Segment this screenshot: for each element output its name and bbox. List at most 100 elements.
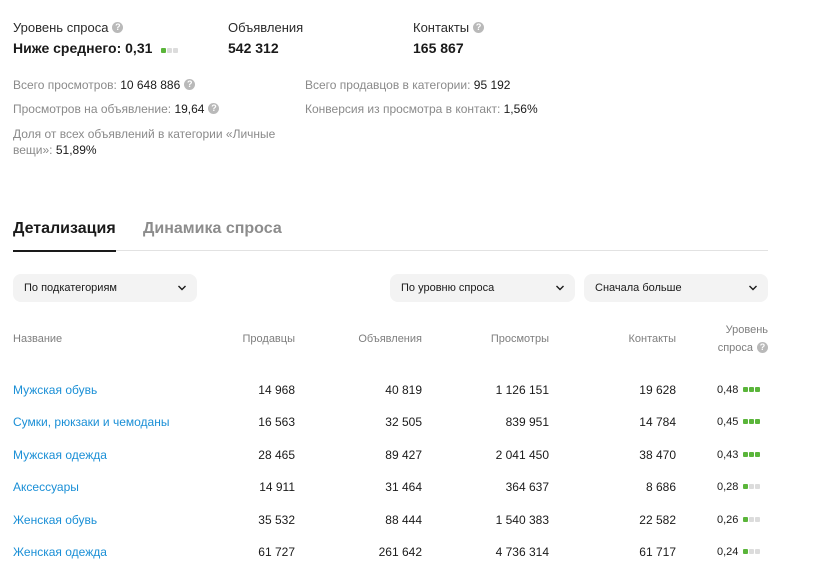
table-row: Мужская одежда 28 465 89 427 2 041 450 38 47… xyxy=(0,445,836,465)
contacts-cell: 14 784 xyxy=(639,415,676,429)
ads-cell: 40 819 xyxy=(385,383,422,397)
demand-level-indicator xyxy=(743,444,761,464)
demand-level-indicator xyxy=(743,411,761,431)
level-square xyxy=(755,517,761,523)
level-square xyxy=(749,484,755,490)
table-row: Женская одежда 61 727 261 642 4 736 314 61 7… xyxy=(0,542,836,562)
demand-cell: 0,28 xyxy=(700,477,770,497)
views-cell: 839 951 xyxy=(505,415,549,429)
contacts-cell: 8 686 xyxy=(645,480,676,494)
demand-cell: 0,26 xyxy=(700,510,770,530)
table-row: Сумки, рюкзаки и чемоданы 16 563 32 505 839… xyxy=(0,412,836,432)
views-cell: 2 041 450 xyxy=(495,448,549,462)
demand-level-indicator xyxy=(743,379,761,399)
demand-level-metric: Уровень спроса? Ниже среднего: 0,31 xyxy=(13,20,179,58)
demand-cell: 0,24 xyxy=(700,542,770,562)
demand-cell: 0,48 xyxy=(700,380,770,400)
level-square xyxy=(755,452,761,458)
contacts-cell: 38 470 xyxy=(639,448,676,462)
level-square xyxy=(749,419,755,425)
column-header-views: Просмотры xyxy=(490,333,549,345)
sellers-cell: 35 532 xyxy=(258,513,295,527)
sellers-cell: 16 563 xyxy=(258,415,295,429)
views-per-ad-stat: Просмотров на объявление: 19,64? xyxy=(13,101,220,117)
level-square xyxy=(755,387,761,393)
ads-label: Объявления xyxy=(228,20,304,35)
subcategory-link[interactable]: Мужская одежда xyxy=(13,445,107,465)
contacts-label: Контакты xyxy=(413,20,470,35)
level-square xyxy=(755,419,761,425)
conversion-stat: Конверсия из просмотра в контакт: 1,56% xyxy=(305,102,538,116)
subcategory-link[interactable]: Мужская обувь xyxy=(13,380,97,400)
level-square xyxy=(755,484,761,490)
demand-level-indicator xyxy=(743,509,761,529)
ads-value: 542 312 xyxy=(228,40,279,56)
help-icon[interactable]: ? xyxy=(757,341,768,353)
contacts-value: 165 867 xyxy=(413,40,464,56)
level-square xyxy=(161,48,167,54)
demand-level-label: Уровень спроса xyxy=(13,20,109,35)
tab-details[interactable]: Детализация xyxy=(13,218,116,252)
sort-field-select[interactable]: По уровню спроса xyxy=(390,274,575,302)
group-by-select[interactable]: По подкатегориям xyxy=(13,274,197,302)
ads-cell: 32 505 xyxy=(385,415,422,429)
demand-cell: 0,45 xyxy=(700,412,770,432)
help-icon[interactable]: ? xyxy=(112,22,124,34)
views-cell: 1 540 383 xyxy=(495,513,549,527)
level-square xyxy=(749,517,755,523)
tab-bar: Детализация Динамика спроса xyxy=(13,218,768,252)
demand-cell: 0,43 xyxy=(700,445,770,465)
help-icon[interactable]: ? xyxy=(473,22,485,34)
level-square xyxy=(743,517,749,523)
ads-cell: 89 427 xyxy=(385,448,422,462)
level-square xyxy=(743,549,749,555)
category-share-stat: Доля от всех объявлений в категории «Лич… xyxy=(13,127,276,157)
ads-cell: 31 464 xyxy=(385,480,422,494)
column-header-sellers: Продавцы xyxy=(242,333,296,345)
level-square xyxy=(755,549,761,555)
ads-metric: Объявления 542 312 xyxy=(228,20,303,57)
total-sellers-stat: Всего продавцов в категории: 95 192 xyxy=(305,78,511,92)
subcategory-link[interactable]: Аксессуары xyxy=(13,477,79,497)
sort-order-select[interactable]: Сначала больше xyxy=(584,274,768,302)
level-square xyxy=(749,387,755,393)
subcategory-link[interactable]: Женская одежда xyxy=(13,542,107,562)
views-cell: 364 637 xyxy=(505,480,549,494)
views-cell: 4 736 314 xyxy=(495,545,549,559)
level-square xyxy=(743,419,749,425)
ads-cell: 261 642 xyxy=(378,545,422,559)
subcategory-link[interactable]: Женская обувь xyxy=(13,510,97,530)
help-icon[interactable]: ? xyxy=(184,79,196,91)
chevron-down-icon xyxy=(178,285,186,291)
sellers-cell: 61 727 xyxy=(258,545,295,559)
level-square xyxy=(749,549,755,555)
sellers-cell: 28 465 xyxy=(258,448,295,462)
table-row: Аксессуары 14 911 31 464 364 637 8 686 0,28 xyxy=(0,477,836,497)
views-cell: 1 126 151 xyxy=(495,383,549,397)
level-square xyxy=(173,48,179,54)
total-views-stat: Всего просмотров: 10 648 886? xyxy=(13,77,196,93)
column-header-demand: Уровень спроса? xyxy=(717,324,768,354)
subcategory-link[interactable]: Сумки, рюкзаки и чемоданы xyxy=(13,412,169,432)
demand-level-indicator xyxy=(743,476,761,496)
contacts-metric: Контакты? 165 867 xyxy=(413,20,485,57)
ads-cell: 88 444 xyxy=(385,513,422,527)
demand-level-indicator xyxy=(161,39,179,57)
table-row: Женская обувь 35 532 88 444 1 540 383 22 582… xyxy=(0,510,836,530)
level-square xyxy=(167,48,173,54)
contacts-cell: 61 717 xyxy=(639,545,676,559)
level-square xyxy=(743,452,749,458)
column-header-contacts: Контакты xyxy=(628,333,676,345)
column-header-name: Название xyxy=(13,333,63,345)
column-header-ads: Объявления xyxy=(358,333,422,345)
chevron-down-icon xyxy=(556,285,564,291)
help-icon[interactable]: ? xyxy=(208,103,220,115)
level-square xyxy=(743,387,749,393)
contacts-cell: 19 628 xyxy=(639,383,676,397)
demand-level-indicator xyxy=(743,541,761,561)
chevron-down-icon xyxy=(749,285,757,291)
sellers-cell: 14 911 xyxy=(259,480,295,494)
tab-demand-dynamics[interactable]: Динамика спроса xyxy=(143,218,282,251)
contacts-cell: 22 582 xyxy=(639,513,676,527)
level-square xyxy=(749,452,755,458)
